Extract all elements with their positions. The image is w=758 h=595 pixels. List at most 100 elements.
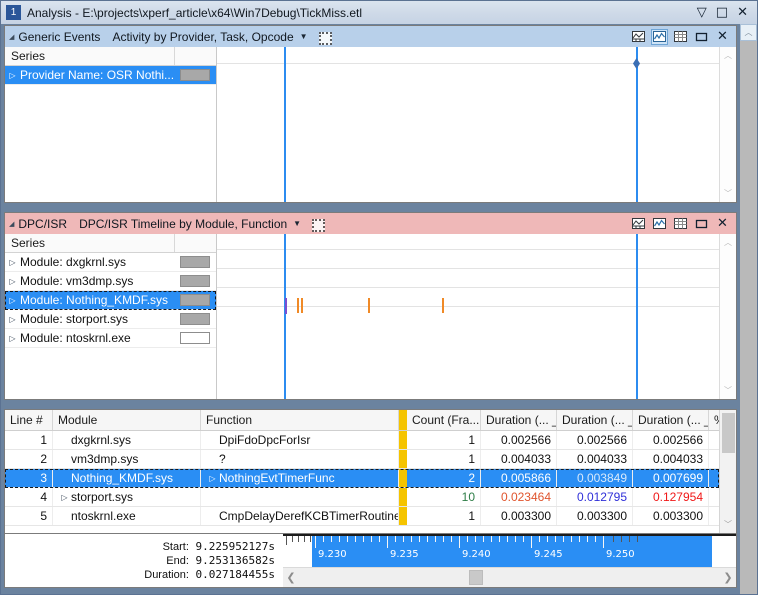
dpc-isr-header[interactable]: ◢ DPC/ISR DPC/ISR Timeline by Module, Fu… — [5, 213, 736, 234]
drag-handle-icon[interactable] — [317, 30, 332, 45]
start-row: Start: 9.225952127s — [163, 540, 275, 554]
scroll-up-icon[interactable]: ︿ — [724, 237, 732, 248]
event-tick[interactable] — [368, 298, 370, 313]
list-item[interactable]: ▷ Module: Nothing_KMDF.sys — [5, 291, 216, 310]
generic-events-chart[interactable] — [217, 47, 719, 202]
expander-icon[interactable]: ▷ — [5, 71, 20, 80]
cell-function-text: ? — [219, 452, 226, 466]
cursor-line-left[interactable] — [284, 47, 286, 202]
graph-table-icon[interactable] — [630, 216, 647, 232]
event-tick[interactable] — [301, 298, 303, 313]
table-row[interactable]: 1 dxgkrnl.sys DpiFdoDpcForIsr 1 0.002566… — [5, 431, 719, 450]
line-chart-icon[interactable] — [651, 216, 668, 232]
event-marker[interactable] — [633, 58, 640, 69]
event-tick[interactable] — [442, 298, 444, 313]
list-item[interactable]: ▷ Module: vm3dmp.sys — [5, 272, 216, 291]
event-tick[interactable] — [297, 298, 299, 313]
event-tick[interactable] — [285, 298, 287, 314]
column-header-duration-1[interactable]: Duration (... _ — [481, 410, 557, 430]
scroll-down-icon[interactable]: ﹀ — [724, 385, 732, 396]
timeline-ruler-area[interactable]: 9.230 9.235 9.240 9.245 9.250 ❮ ❯ — [283, 534, 736, 587]
scroll-right-icon[interactable]: ❯ — [720, 571, 736, 584]
graph-table-icon[interactable] — [630, 29, 647, 45]
cursor-line-right[interactable] — [636, 234, 638, 399]
expander-icon[interactable]: ▷ — [206, 474, 219, 483]
expander-icon[interactable]: ▷ — [5, 258, 20, 267]
maximize-icon[interactable]: □ — [716, 6, 728, 19]
minimize-icon[interactable]: ▽ — [697, 6, 707, 19]
generic-events-header[interactable]: ◢ Generic Events Activity by Provider, T… — [5, 26, 736, 47]
cell-duration-3: 0.002566 — [633, 431, 709, 449]
series-column-header: Series — [11, 236, 46, 250]
cell-count: 1 — [407, 507, 481, 525]
column-header-count[interactable]: Count (Fra... _ — [407, 410, 481, 430]
expander-icon[interactable]: ▷ — [5, 296, 20, 305]
color-swatch — [180, 294, 210, 306]
expander-icon[interactable]: ▷ — [5, 315, 20, 324]
cursor-line-right[interactable] — [636, 47, 638, 202]
restore-icon[interactable] — [693, 29, 710, 45]
scroll-up-icon[interactable]: ︿ — [724, 50, 732, 61]
expander-icon[interactable]: ▷ — [5, 334, 20, 343]
table-row[interactable]: 3 Nothing_KMDF.sys ▷ NothingEvtTimerFunc — [5, 469, 719, 488]
line-chart-icon[interactable] — [651, 28, 668, 45]
end-label: End: — [166, 554, 189, 567]
table-row[interactable]: 5 ntoskrnl.exe CmpDelayDerefKCBTimerRout… — [5, 507, 719, 526]
scroll-left-icon[interactable]: ❮ — [283, 571, 299, 584]
column-header-module[interactable]: Module — [53, 410, 201, 430]
collapse-triangle-icon[interactable]: ◢ — [9, 33, 14, 41]
table-icon[interactable] — [672, 29, 689, 45]
scrollbar-track[interactable] — [299, 568, 720, 587]
series-color-cell — [174, 275, 216, 287]
column-header-duration-2[interactable]: Duration (... _ — [557, 410, 633, 430]
scrollbar-thumb[interactable] — [469, 570, 483, 585]
list-item[interactable]: ▷ Module: ntoskrnl.exe — [5, 329, 216, 348]
scroll-down-icon[interactable]: ﹀ — [724, 519, 732, 530]
list-item[interactable]: ▷ Module: storport.sys — [5, 310, 216, 329]
cell-duration-3: 0.127954 — [633, 488, 709, 506]
collapse-triangle-icon[interactable]: ◢ — [9, 220, 14, 228]
timeline-horizontal-scrollbar[interactable]: ❮ ❯ — [283, 567, 736, 587]
column-header-function[interactable]: Function — [201, 410, 399, 430]
chevron-down-icon[interactable]: ▼ — [293, 219, 301, 228]
scroll-down-icon[interactable]: ﹀ — [724, 188, 732, 199]
chevron-down-icon[interactable]: ▼ — [300, 32, 308, 41]
scrollbar-thumb[interactable] — [721, 413, 735, 453]
selection-band[interactable] — [312, 534, 712, 567]
list-item[interactable]: ▷ Module: dxgkrnl.sys — [5, 253, 216, 272]
generic-events-chart-scrollbar[interactable]: ︿ ﹀ — [719, 47, 736, 202]
preset-selector[interactable]: DPC/ISR Timeline by Module, Function — [79, 217, 287, 231]
column-header-duration-3[interactable]: Duration (... _ — [633, 410, 709, 430]
key-column-divider — [399, 450, 407, 468]
cell-line: 5 — [5, 507, 53, 525]
list-item[interactable]: ▷ Provider Name: OSR Nothi... — [5, 66, 216, 85]
table-row[interactable]: 4 ▷ storport.sys 10 0.023464 0.012795 0.… — [5, 488, 719, 507]
panel-close-icon[interactable]: ✕ — [714, 216, 731, 231]
cell-line: 2 — [5, 450, 53, 468]
preset-selector[interactable]: Activity by Provider, Task, Opcode — [112, 30, 293, 44]
panel-close-icon[interactable]: ✕ — [714, 29, 731, 44]
dpc-isr-chart-scrollbar[interactable]: ︿ ﹀ — [719, 234, 736, 399]
table-icon[interactable] — [672, 216, 689, 232]
column-header-line[interactable]: Line # — [5, 410, 53, 430]
cell-module-text: vm3dmp.sys — [71, 452, 139, 466]
table-row[interactable]: 2 vm3dmp.sys ? 1 0.004033 0.004033 0.004… — [5, 450, 719, 469]
table-vertical-scrollbar[interactable]: ﹀ — [719, 410, 736, 533]
expander-icon[interactable]: ▷ — [5, 277, 20, 286]
scroll-up-icon[interactable]: ︿ — [740, 24, 757, 41]
close-icon[interactable]: ✕ — [737, 6, 748, 19]
expander-icon[interactable]: ▷ — [58, 493, 71, 502]
ruler-tick-label: 9.230 — [318, 549, 347, 560]
cell-duration-3: 0.004033 — [633, 450, 709, 468]
window-vertical-scrollbar[interactable]: ︿ — [740, 24, 757, 594]
time-ruler[interactable]: 9.230 9.235 9.240 9.245 9.250 — [283, 534, 736, 567]
key-column-divider — [399, 507, 407, 525]
swatch-column-header — [174, 47, 216, 65]
dpc-isr-chart[interactable] — [217, 234, 719, 399]
cell-line: 1 — [5, 431, 53, 449]
series-label: Module: vm3dmp.sys — [20, 274, 134, 288]
restore-icon[interactable] — [693, 216, 710, 232]
cell-line: 3 — [5, 469, 53, 487]
drag-handle-icon[interactable] — [310, 217, 326, 232]
cursor-line-left[interactable] — [284, 234, 286, 399]
